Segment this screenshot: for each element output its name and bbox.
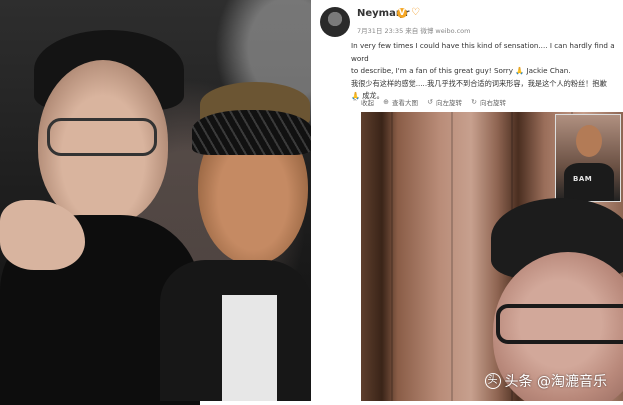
rotate-left-icon: ↺ (427, 98, 433, 106)
image-actions: ⌃ 收起 ⊕ 查看大图 ↺ 向左旋转 ↻ 向右旋转 (351, 95, 506, 109)
rotate-right-button[interactable]: ↻ 向右旋转 (470, 95, 506, 109)
collapse-button[interactable]: ⌃ 收起 (351, 95, 374, 109)
avatar[interactable] (320, 7, 350, 37)
white-tee (222, 295, 277, 401)
view-large-label: 查看大图 (392, 99, 418, 107)
pip-shirt-text: BAM (573, 175, 593, 183)
view-large-button[interactable]: ⊕ 查看大图 (382, 95, 418, 109)
rotate-right-label: 向右旋转 (480, 99, 506, 107)
post-text-line: to describe, I'm a fan of this great guy… (351, 66, 571, 75)
rotate-right-icon: ↻ (471, 98, 477, 106)
watermark: 头 头条 @淘漉音乐 (484, 371, 607, 391)
heart-icon: ♡ (411, 7, 420, 18)
post-text-line: 我很少有这样的感觉.....我几乎找不到合适的词来形容，我是这个人的粉丝！抱歉 (351, 78, 607, 88)
pip-preview: BAM (555, 114, 621, 202)
weibo-post: NeymarJr V ♡ 7月31日 23:35 来自 微博 weibo.com… (311, 0, 623, 401)
view-large-icon: ⊕ (383, 98, 389, 106)
post-text: In very few times I could have this kind… (351, 40, 621, 103)
video-call-image[interactable]: BAM 头 头条 @淘漉音乐 (361, 112, 623, 401)
pip-face (576, 125, 602, 157)
caller-glasses (496, 304, 623, 344)
toutiao-logo-icon: 头 (484, 373, 501, 389)
selfie-photo (0, 0, 312, 405)
verified-badge-icon: V (397, 8, 407, 18)
post-text-line: In very few times I could have this kind… (351, 41, 615, 63)
collapse-icon: ⌃ (352, 98, 358, 106)
collapse-label: 收起 (361, 99, 374, 107)
post-meta: 7月31日 23:35 来自 微博 weibo.com (357, 27, 471, 35)
watermark-text: 头条 @淘漉音乐 (504, 374, 607, 390)
person-left-glasses (47, 118, 157, 156)
rotate-left-button[interactable]: ↺ 向左旋转 (426, 95, 462, 109)
bandana (192, 110, 312, 155)
rotate-left-label: 向左旋转 (436, 99, 462, 107)
